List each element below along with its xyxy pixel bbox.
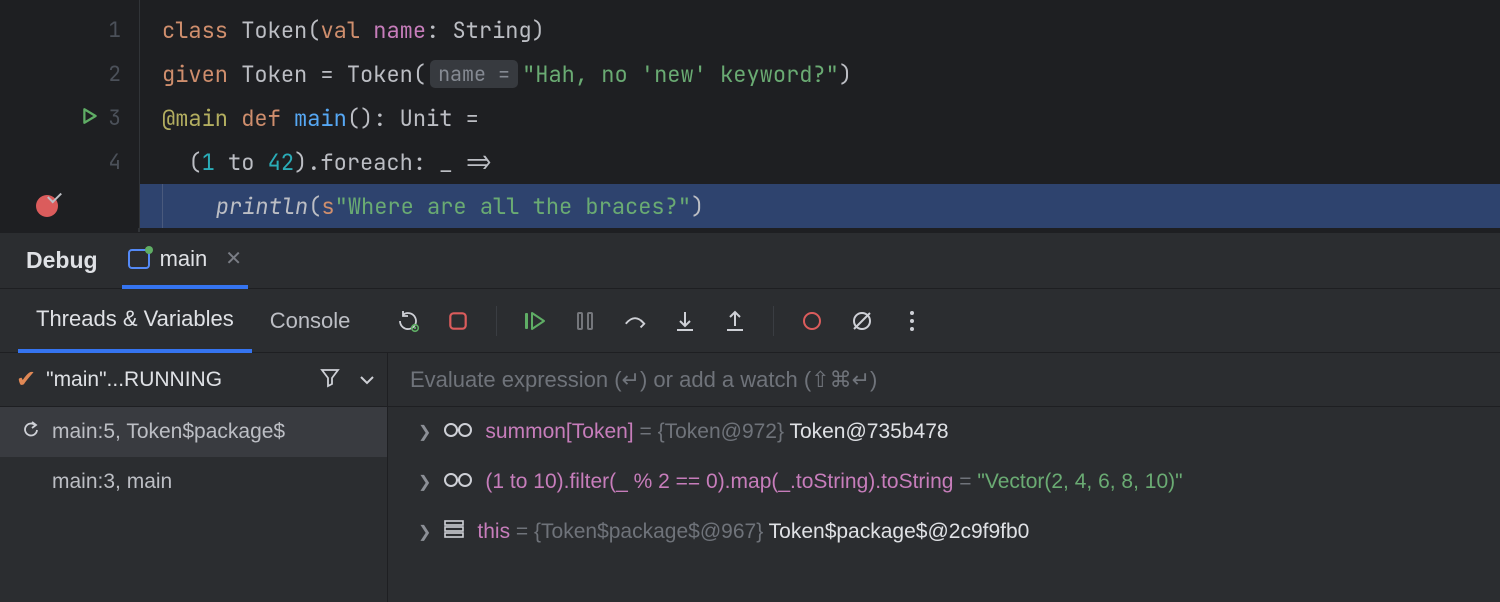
type: Unit — [400, 104, 453, 133]
keyword: val — [320, 16, 360, 45]
line-number: 2 — [93, 61, 121, 88]
code-line[interactable]: (1 to 42).foreach: _ => — [140, 140, 1500, 184]
variable-row[interactable]: ❯ summon[Token] = {Token@972} Token@735b… — [388, 407, 1500, 457]
debug-panel: Debug main ✕ Threads & Variables Console — [0, 232, 1500, 602]
var-name: (1 to 10).filter(_ % 2 == 0).map(_.toStr… — [485, 470, 953, 493]
watch-icon — [443, 420, 473, 444]
function: main — [294, 104, 347, 133]
frame-label: main:3, main — [52, 470, 172, 494]
string: "Where are all the braces?" — [335, 192, 691, 221]
debug-tabbar: Debug main ✕ — [0, 233, 1500, 289]
type: Token — [347, 60, 413, 89]
gutter-row[interactable] — [0, 184, 139, 228]
check-icon: ✔ — [16, 365, 36, 394]
code-line[interactable]: @main def main(): Unit = — [140, 96, 1500, 140]
string: "Hah, no 'new' keyword?" — [522, 60, 839, 89]
editor-pane: 1 2 3 4 class Token(val name: String) gi… — [0, 0, 1500, 602]
run-config-tab[interactable]: main ✕ — [122, 233, 248, 289]
variable-row[interactable]: ❯ (1 to 10).filter(_ % 2 == 0).map(_.toS… — [388, 457, 1500, 507]
line-number: 1 — [93, 17, 121, 44]
pause-icon[interactable] — [573, 309, 597, 333]
var-name: summon[Token] — [485, 420, 633, 443]
variable-row[interactable]: ❯ this = {Token$package$@967} Token$pack… — [388, 507, 1500, 557]
debug-toolbar: Threads & Variables Console — [0, 289, 1500, 353]
keyword: class — [162, 16, 228, 45]
thread-selector[interactable]: ✔ "main"...RUNNING — [0, 353, 387, 407]
type: Token — [241, 60, 307, 89]
tab-console[interactable]: Console — [252, 289, 369, 353]
run-gutter-icon[interactable] — [81, 105, 99, 132]
expand-chevron-icon[interactable]: ❯ — [418, 472, 431, 492]
variables-column: Evaluate expression (↵) or add a watch (… — [388, 353, 1500, 602]
gutter-row[interactable]: 3 — [0, 96, 139, 140]
interpolator: s — [321, 192, 334, 221]
keyword: given — [162, 60, 228, 89]
number: 1 — [202, 148, 215, 177]
more-icon[interactable] — [900, 309, 924, 333]
breakpoint-icon[interactable] — [36, 195, 58, 217]
code-line-current[interactable]: println(s"Where are all the braces?") — [140, 184, 1500, 228]
stack-frame[interactable]: main:5, Token$package$ — [0, 407, 387, 457]
tab-threads-variables[interactable]: Threads & Variables — [18, 289, 252, 353]
code-line[interactable]: given Token = Token(name ="Hah, no 'new'… — [140, 52, 1500, 96]
number: 42 — [268, 148, 294, 177]
debug-title: Debug — [26, 247, 98, 274]
type: Token — [241, 16, 307, 45]
divider — [496, 306, 497, 336]
stack-frame[interactable]: main:3, main — [0, 457, 387, 507]
step-into-icon[interactable] — [673, 309, 697, 333]
view-breakpoints-icon[interactable] — [800, 309, 824, 333]
recursion-icon — [20, 420, 40, 444]
step-out-icon[interactable] — [723, 309, 747, 333]
resume-icon[interactable] — [523, 309, 547, 333]
gutter[interactable]: 1 2 3 4 — [0, 0, 140, 232]
function: println — [216, 192, 308, 221]
step-over-icon[interactable] — [623, 309, 647, 333]
run-config-icon — [128, 249, 150, 269]
code-area: 1 2 3 4 class Token(val name: String) gi… — [0, 0, 1500, 232]
debug-body: ✔ "main"...RUNNING main:5, Token$package… — [0, 353, 1500, 602]
frame-label: main:5, Token$package$ — [52, 420, 285, 444]
chevron-down-icon[interactable] — [359, 368, 375, 392]
parameter-hint: name = — [430, 60, 518, 88]
rerun-icon[interactable] — [396, 309, 420, 333]
threads-column: ✔ "main"...RUNNING main:5, Token$package… — [0, 353, 388, 602]
line-number: 4 — [93, 149, 121, 176]
expand-chevron-icon[interactable]: ❯ — [418, 522, 431, 542]
code-lines[interactable]: class Token(val name: String) given Toke… — [140, 0, 1500, 232]
gutter-row[interactable]: 4 — [0, 140, 139, 184]
watch-icon — [443, 470, 473, 494]
gutter-row[interactable]: 1 — [0, 8, 139, 52]
annotation: @main — [162, 104, 228, 133]
stop-icon[interactable] — [446, 309, 470, 333]
code-line[interactable]: class Token(val name: String) — [140, 8, 1500, 52]
run-config-label: main — [160, 246, 208, 272]
divider — [773, 306, 774, 336]
type: String — [452, 16, 531, 45]
gutter-row[interactable]: 2 — [0, 52, 139, 96]
object-icon — [443, 519, 465, 545]
var-name: this — [477, 520, 510, 543]
field: name — [373, 16, 426, 45]
keyword: def — [241, 104, 281, 133]
mute-breakpoints-icon[interactable] — [850, 309, 874, 333]
evaluate-expression-input[interactable]: Evaluate expression (↵) or add a watch (… — [388, 353, 1500, 407]
close-icon[interactable]: ✕ — [225, 246, 242, 271]
thread-status: "main"...RUNNING — [46, 368, 309, 392]
expand-chevron-icon[interactable]: ❯ — [418, 422, 431, 442]
filter-icon[interactable] — [319, 366, 341, 394]
placeholder-text: Evaluate expression (↵) or add a watch (… — [410, 367, 877, 393]
